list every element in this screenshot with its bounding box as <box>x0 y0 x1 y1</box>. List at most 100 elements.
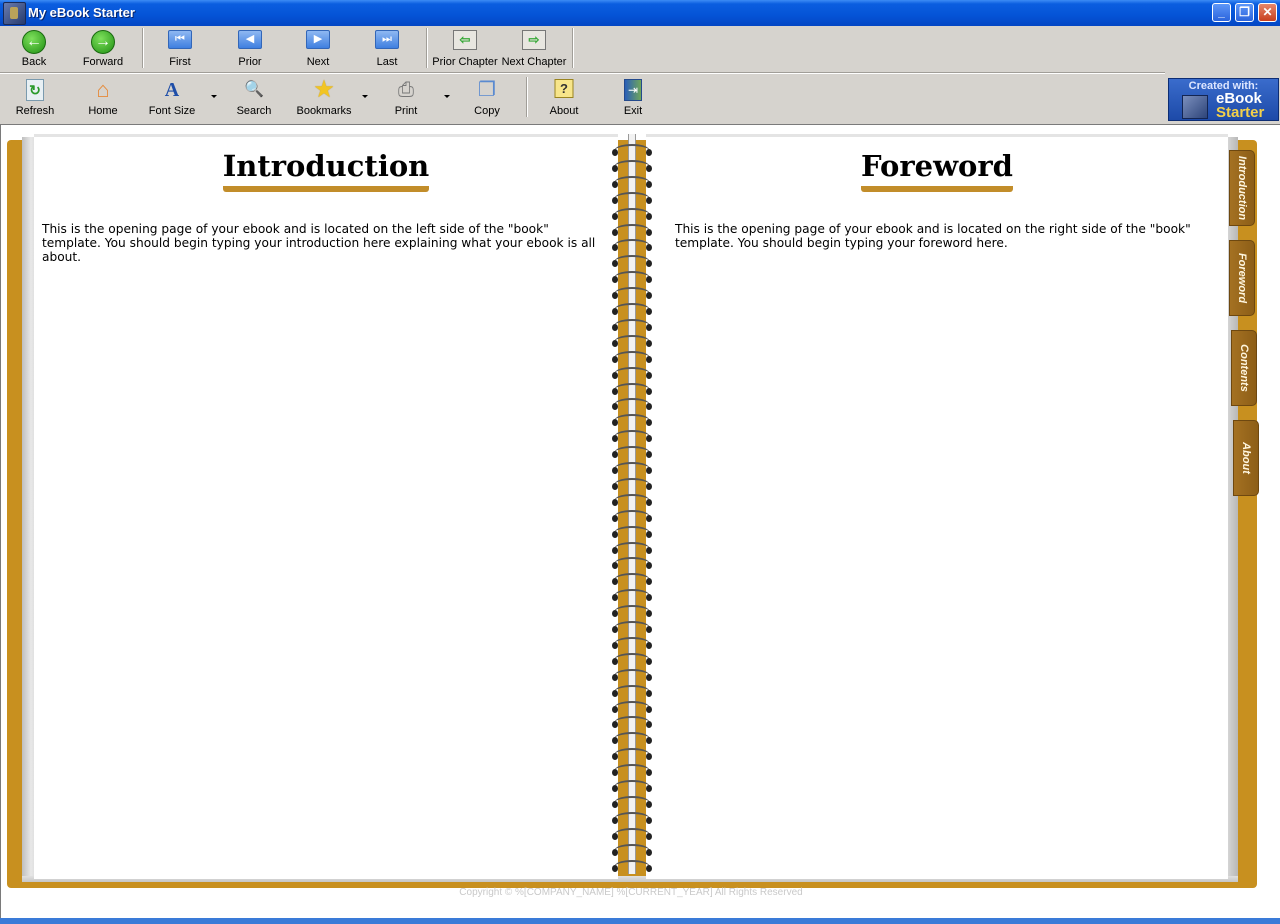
spiral-ring <box>610 827 654 840</box>
spiral-ring <box>610 541 654 554</box>
spiral-ring <box>610 159 654 172</box>
toolbar-separator <box>572 28 573 68</box>
tab-about[interactable]: About <box>1233 420 1259 496</box>
right-page: Foreword This is the opening page of you… <box>646 134 1228 879</box>
spiral-ring <box>610 764 654 777</box>
ebook-starter-logo-icon <box>1182 95 1208 119</box>
refresh-button[interactable]: ↻ Refresh <box>5 77 65 119</box>
about-button[interactable]: ? About <box>534 77 594 119</box>
exit-button[interactable]: ⇥ Exit <box>603 77 663 119</box>
spiral-ring <box>610 859 654 872</box>
spiral-ring <box>610 398 654 411</box>
bookmarks-dropdown-arrow[interactable] <box>362 95 368 98</box>
spiral-binding <box>606 134 658 874</box>
last-label: Last <box>376 56 398 68</box>
tab-introduction[interactable]: Introduction <box>1229 150 1255 226</box>
spiral-ring <box>610 684 654 697</box>
maximize-button[interactable]: ❐ <box>1235 3 1254 22</box>
spiral-ring <box>610 668 654 681</box>
toolbar-separator <box>526 77 527 117</box>
spiral-ring <box>610 795 654 808</box>
forward-arrow-icon: → <box>91 30 115 54</box>
spiral-ring <box>610 477 654 490</box>
spiral-ring <box>610 748 654 761</box>
spiral-ring <box>610 382 654 395</box>
spiral-ring <box>610 811 654 824</box>
copy-icon: ❐ <box>478 79 496 101</box>
created-with-badge[interactable]: Created with: eBook Starter <box>1168 78 1279 121</box>
last-button[interactable]: ⏭ Last <box>357 28 417 70</box>
exit-label: Exit <box>623 105 643 117</box>
spiral-ring <box>610 843 654 856</box>
spiral-ring <box>610 350 654 363</box>
left-page-heading: Introduction <box>34 149 618 192</box>
spiral-ring <box>610 255 654 268</box>
prior-chapter-button[interactable]: ⇦ Prior Chapter <box>431 28 499 70</box>
spiral-ring <box>610 493 654 506</box>
first-label: First <box>169 56 191 68</box>
font-size-label: Font Size <box>148 105 196 117</box>
spiral-ring <box>610 318 654 331</box>
print-dropdown-arrow[interactable] <box>444 95 450 98</box>
spiral-ring <box>610 652 654 665</box>
forward-button[interactable]: → Forward <box>73 28 133 70</box>
search-icon: 🔍 <box>244 81 264 98</box>
spiral-ring <box>610 191 654 204</box>
home-button[interactable]: ⌂ Home <box>73 77 133 119</box>
left-page-body: This is the opening page of your ebook a… <box>42 222 596 264</box>
title-bar: My eBook Starter _ ❐ ✕ <box>0 0 1280 26</box>
spiral-ring <box>610 716 654 729</box>
spiral-ring <box>610 589 654 602</box>
prior-page-icon: ◀ <box>238 30 262 49</box>
app-icon[interactable] <box>3 2 26 25</box>
spiral-ring <box>610 462 654 474</box>
spiral-ring <box>610 239 654 252</box>
print-button[interactable]: ⎙ Print <box>376 77 436 119</box>
spiral-ring <box>610 621 654 633</box>
home-icon: ⌂ <box>96 77 110 102</box>
spiral-ring <box>610 287 654 300</box>
font-size-icon: A <box>164 79 180 101</box>
right-page-body: This is the opening page of your ebook a… <box>675 222 1191 250</box>
bookmarks-button[interactable]: ★ Bookmarks <box>292 77 356 119</box>
spiral-ring <box>610 636 654 649</box>
spiral-ring <box>610 446 654 459</box>
exit-door-icon: ⇥ <box>624 79 642 101</box>
back-button[interactable]: ← Back <box>4 28 64 70</box>
copy-button[interactable]: ❐ Copy <box>457 77 517 119</box>
minimize-button[interactable]: _ <box>1212 3 1231 22</box>
window-title: My eBook Starter <box>28 5 135 20</box>
prior-label: Prior <box>238 56 262 68</box>
spiral-ring <box>610 700 654 713</box>
spiral-ring <box>610 605 654 618</box>
next-chapter-button[interactable]: ⇨ Next Chapter <box>500 28 568 70</box>
next-button[interactable]: ▶ Next <box>288 28 348 70</box>
spiral-ring <box>610 334 654 347</box>
last-page-icon: ⏭ <box>375 30 399 49</box>
close-button[interactable]: ✕ <box>1258 3 1277 22</box>
copy-label: Copy <box>474 105 500 117</box>
spiral-ring <box>610 557 654 570</box>
prior-chapter-icon: ⇦ <box>453 30 477 50</box>
right-page-heading: Foreword <box>646 149 1228 192</box>
help-icon: ? <box>554 79 574 98</box>
next-label: Next <box>306 56 330 68</box>
print-label: Print <box>394 105 418 117</box>
bookmark-star-icon: ★ <box>313 76 335 103</box>
search-button[interactable]: 🔍 Search <box>224 77 284 119</box>
spiral-ring <box>610 271 654 284</box>
back-arrow-icon: ← <box>22 30 46 54</box>
font-size-button[interactable]: A Font Size <box>142 77 202 119</box>
home-label: Home <box>88 105 118 117</box>
search-label: Search <box>236 105 272 117</box>
toolbar-separator <box>142 28 143 68</box>
tab-contents[interactable]: Contents <box>1231 330 1257 406</box>
spiral-ring <box>610 573 654 586</box>
spiral-ring <box>610 732 654 745</box>
tab-foreword[interactable]: Foreword <box>1229 240 1255 316</box>
first-button[interactable]: ⏮ First <box>150 28 210 70</box>
font-size-dropdown-arrow[interactable] <box>211 95 217 98</box>
spiral-ring <box>610 525 654 538</box>
prior-button[interactable]: ◀ Prior <box>220 28 280 70</box>
badge-title-line2: Starter <box>1216 104 1265 121</box>
